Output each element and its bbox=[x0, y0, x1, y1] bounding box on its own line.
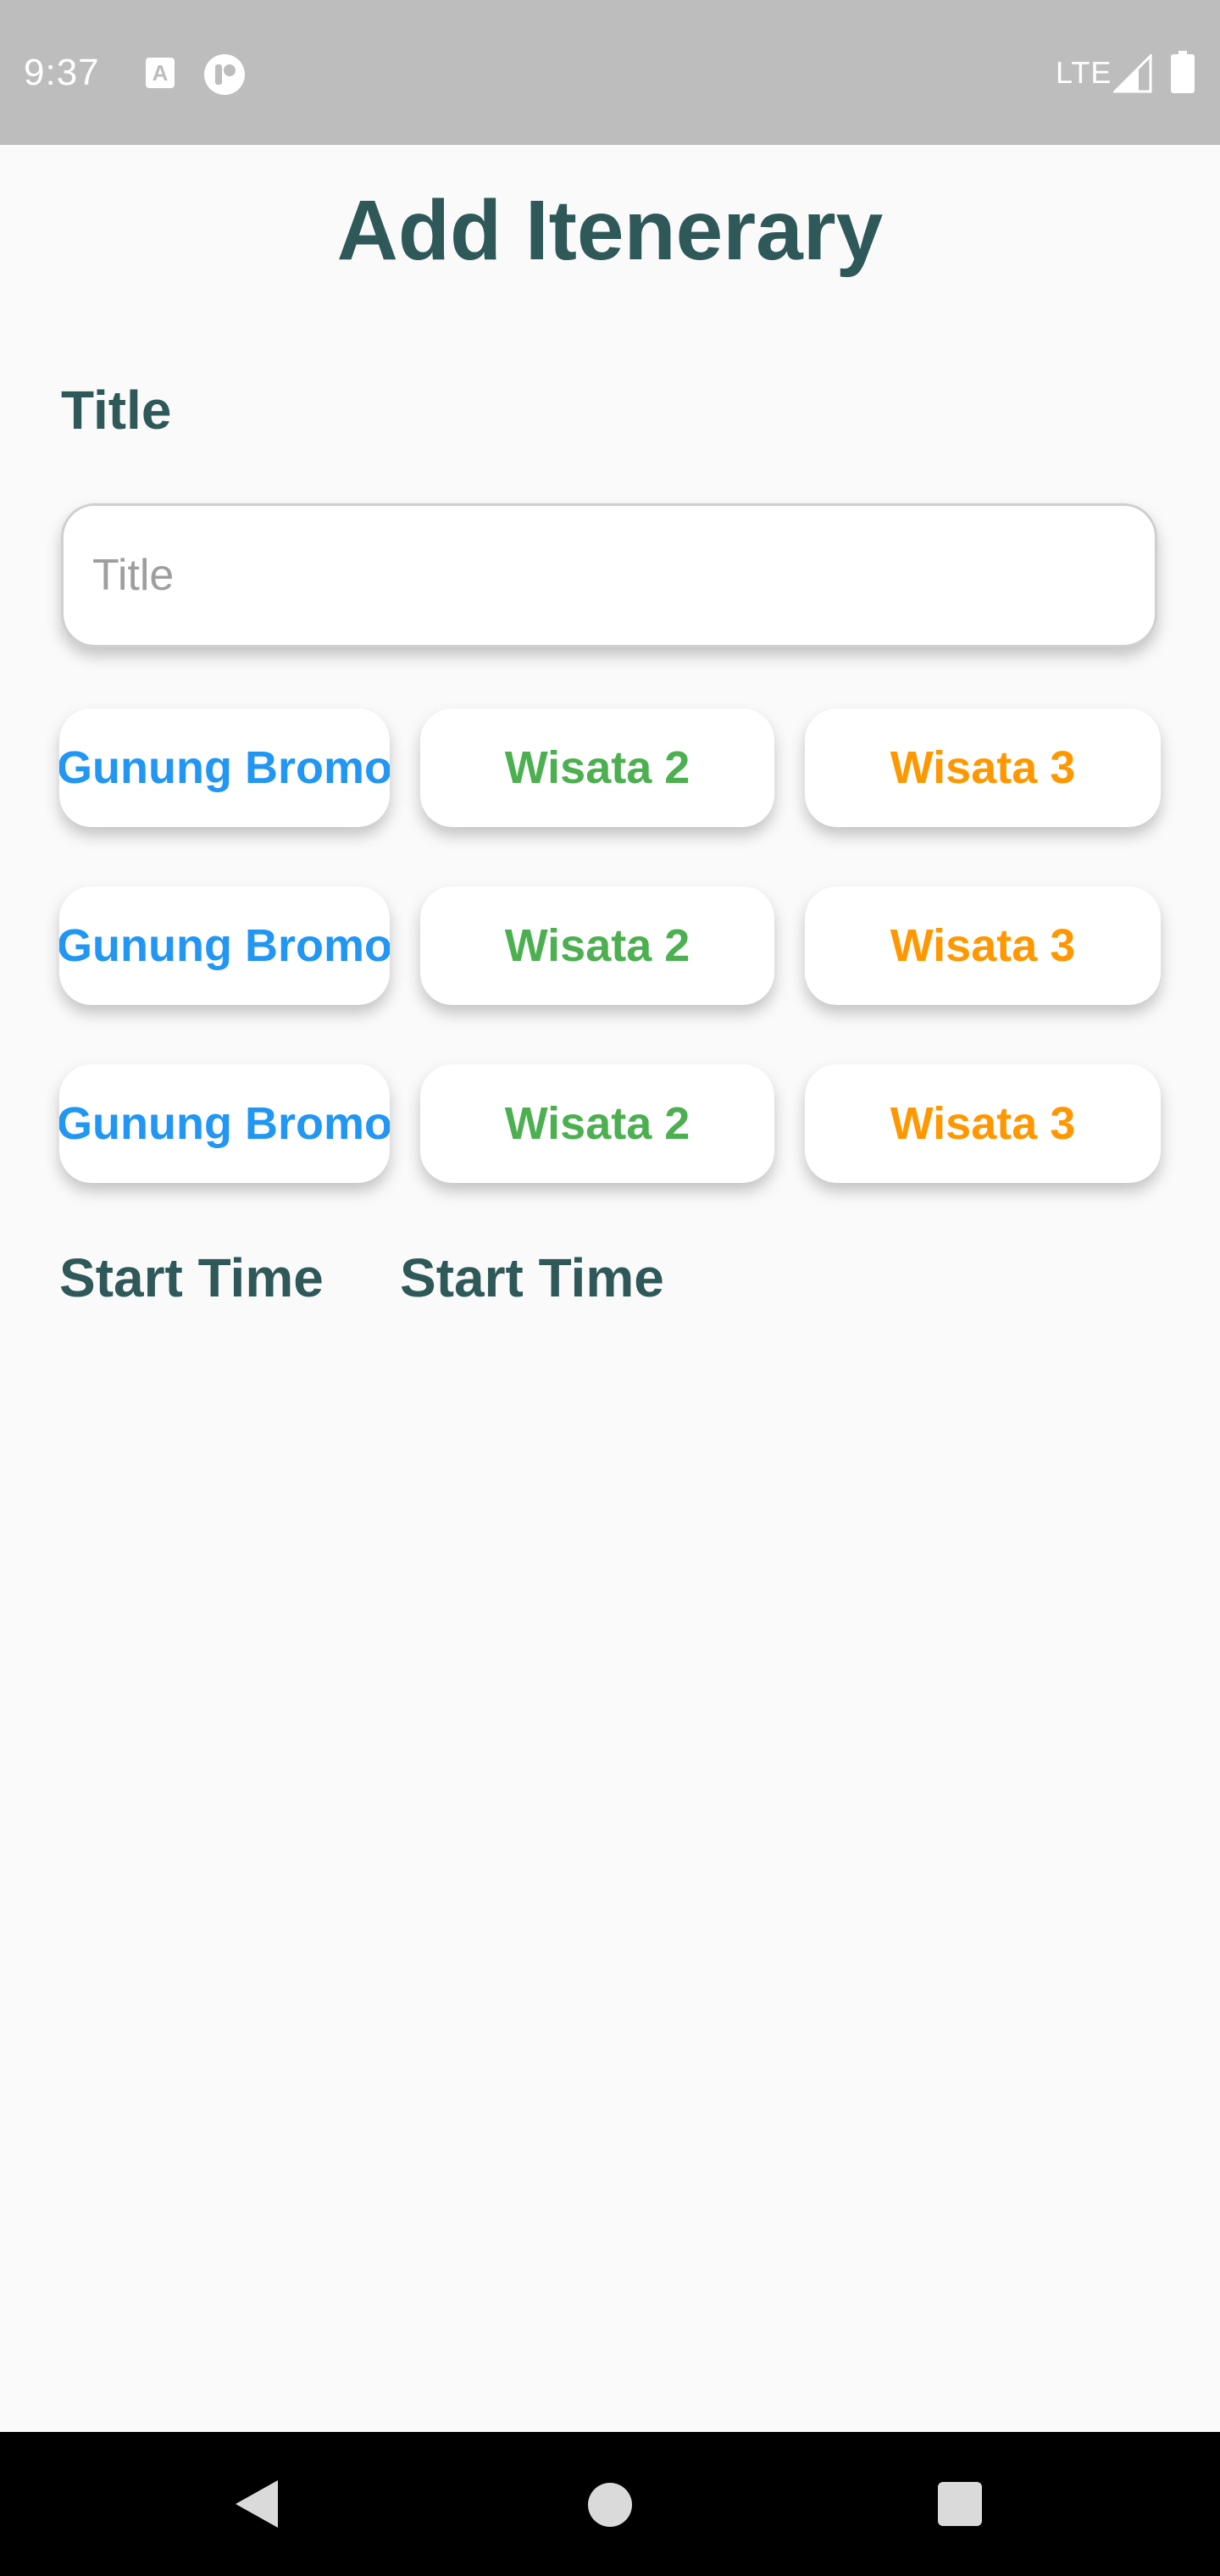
chip-wisata-2[interactable]: Wisata 2 bbox=[420, 708, 774, 827]
start-time-label[interactable]: Start Time bbox=[59, 1244, 324, 1312]
status-bar: 9:37 A LTE bbox=[0, 0, 1220, 145]
chip-wisata-3[interactable]: Wisata 3 bbox=[805, 1064, 1161, 1183]
chip-gunung-bromo[interactable]: Gunung Bromo bbox=[59, 886, 390, 1005]
chip-wisata-3[interactable]: Wisata 3 bbox=[805, 886, 1161, 1005]
page-title: Add Itenerary bbox=[336, 183, 884, 278]
chip-gunung-bromo[interactable]: Gunung Bromo bbox=[59, 708, 390, 827]
app-notification-icon bbox=[204, 54, 245, 95]
chip-wisata-2[interactable]: Wisata 2 bbox=[420, 886, 774, 1005]
chip-wisata-3[interactable]: Wisata 3 bbox=[805, 708, 1161, 827]
back-icon[interactable] bbox=[232, 2479, 280, 2529]
home-icon[interactable] bbox=[588, 2483, 632, 2527]
title-label: Title bbox=[61, 380, 172, 441]
network-type: LTE bbox=[1056, 55, 1112, 90]
chip-gunung-bromo[interactable]: Gunung Bromo bbox=[59, 1064, 390, 1183]
battery-icon bbox=[1171, 51, 1195, 93]
signal-icon bbox=[1113, 54, 1152, 93]
start-time-label[interactable]: Start Time bbox=[400, 1244, 664, 1312]
chip-wisata-2[interactable]: Wisata 2 bbox=[420, 1064, 774, 1183]
status-time: 9:37 bbox=[24, 52, 100, 93]
text-notification-icon: A bbox=[146, 58, 175, 88]
navigation-bar bbox=[0, 2432, 1220, 2576]
title-input[interactable] bbox=[61, 503, 1157, 647]
recents-icon[interactable] bbox=[938, 2482, 982, 2526]
